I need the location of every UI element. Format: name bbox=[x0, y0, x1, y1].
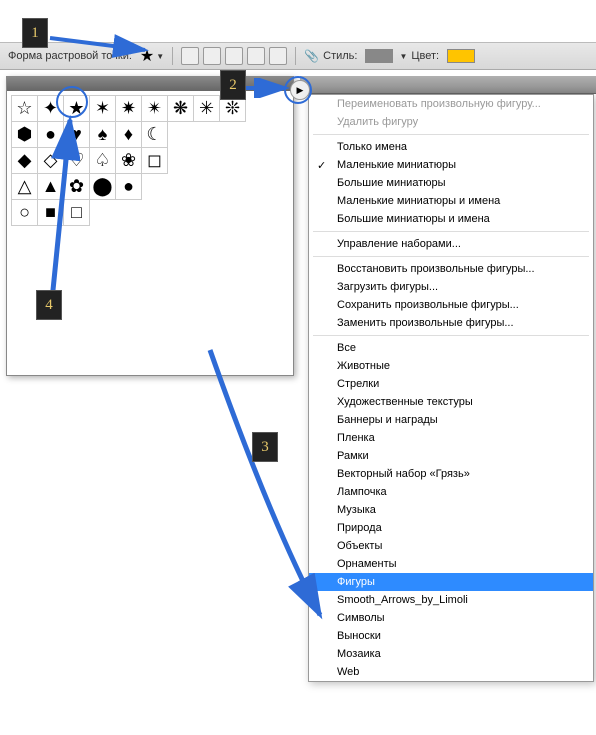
shape-picker-popup: ☆✦★✶✷✴❋✳❊⬢●♥♠♦☾◆◇♡♤❀◻△▲✿⬤●○■□ bbox=[6, 76, 294, 376]
annotation-circle-star bbox=[56, 86, 88, 118]
menu-item[interactable]: Большие миниатюры и имена bbox=[309, 210, 593, 228]
menu-item[interactable]: Лампочка bbox=[309, 483, 593, 501]
path-mode-button-3[interactable] bbox=[225, 47, 243, 65]
shape-thumbnail[interactable]: ♤ bbox=[90, 148, 116, 174]
menu-item[interactable]: Баннеры и награды bbox=[309, 411, 593, 429]
style-label: Стиль: bbox=[323, 50, 357, 62]
menu-item[interactable]: Музыка bbox=[309, 501, 593, 519]
shape-thumbnail[interactable]: ● bbox=[116, 174, 142, 200]
shape-thumbnail[interactable]: ☾ bbox=[142, 122, 168, 148]
style-swatch[interactable] bbox=[365, 49, 393, 63]
menu-item[interactable]: Восстановить произвольные фигуры... bbox=[309, 260, 593, 278]
annotation-badge-1: 1 bbox=[22, 18, 48, 48]
menu-item[interactable]: Рамки bbox=[309, 447, 593, 465]
path-mode-button-5[interactable] bbox=[269, 47, 287, 65]
shape-thumbnail[interactable]: ♦ bbox=[116, 122, 142, 148]
shape-thumbnail[interactable]: □ bbox=[64, 200, 90, 226]
menu-item[interactable]: Все bbox=[309, 339, 593, 357]
separator bbox=[172, 47, 173, 65]
separator bbox=[295, 47, 296, 65]
menu-item[interactable]: Стрелки bbox=[309, 375, 593, 393]
shape-thumbnail[interactable]: ❀ bbox=[116, 148, 142, 174]
menu-separator bbox=[313, 231, 589, 232]
menu-separator bbox=[313, 256, 589, 257]
shape-thumbnail[interactable]: ⬤ bbox=[90, 174, 116, 200]
shape-thumbnail[interactable]: ♠ bbox=[90, 122, 116, 148]
menu-item[interactable]: Векторный набор «Грязь» bbox=[309, 465, 593, 483]
shape-picker-flyout-menu: Переименовать произвольную фигуру...Удал… bbox=[308, 94, 594, 682]
shape-thumbnail[interactable]: ♡ bbox=[64, 148, 90, 174]
shape-thumbnail[interactable]: ❋ bbox=[168, 96, 194, 122]
menu-item: Переименовать произвольную фигуру... bbox=[309, 95, 593, 113]
menu-item[interactable]: Заменить произвольные фигуры... bbox=[309, 314, 593, 332]
shape-thumbnail[interactable]: ● bbox=[38, 122, 64, 148]
shape-thumbnail[interactable]: ☆ bbox=[12, 96, 38, 122]
chevron-down-icon: ▼ bbox=[156, 52, 164, 61]
shape-thumbnail[interactable]: ✶ bbox=[90, 96, 116, 122]
popup-titlebar bbox=[7, 77, 293, 91]
menu-item[interactable]: Web bbox=[309, 663, 593, 681]
shape-thumbnail[interactable]: ◻ bbox=[142, 148, 168, 174]
shape-thumbnail[interactable]: ♥ bbox=[64, 122, 90, 148]
menu-item[interactable]: Объекты bbox=[309, 537, 593, 555]
menu-separator bbox=[313, 134, 589, 135]
menu-separator bbox=[313, 335, 589, 336]
menu-item[interactable]: Загрузить фигуры... bbox=[309, 278, 593, 296]
color-swatch[interactable] bbox=[447, 49, 475, 63]
menu-item[interactable]: Мозаика bbox=[309, 645, 593, 663]
menu-item[interactable]: Пленка bbox=[309, 429, 593, 447]
shapes-grid: ☆✦★✶✷✴❋✳❊⬢●♥♠♦☾◆◇♡♤❀◻△▲✿⬤●○■□ bbox=[7, 91, 293, 230]
shape-thumbnail[interactable]: ○ bbox=[12, 200, 38, 226]
menu-item[interactable]: Выноски bbox=[309, 627, 593, 645]
shape-thumbnail[interactable]: ◇ bbox=[38, 148, 64, 174]
shape-thumbnail[interactable]: ■ bbox=[38, 200, 64, 226]
menu-item: Удалить фигуру bbox=[309, 113, 593, 131]
menu-item[interactable]: Сохранить произвольные фигуры... bbox=[309, 296, 593, 314]
star-icon: ★ bbox=[140, 46, 154, 66]
menu-item[interactable]: Большие миниатюры bbox=[309, 174, 593, 192]
annotation-circle-flyout bbox=[284, 76, 312, 104]
shape-thumbnail[interactable]: ✷ bbox=[116, 96, 142, 122]
shape-picker-label: Форма растровой точки: bbox=[8, 50, 132, 62]
menu-item[interactable]: Природа bbox=[309, 519, 593, 537]
menu-item[interactable]: Фигуры bbox=[309, 573, 593, 591]
chevron-down-icon: ▼ bbox=[399, 52, 407, 61]
annotation-badge-2: 2 bbox=[220, 70, 246, 100]
path-mode-button-1[interactable] bbox=[181, 47, 199, 65]
menu-item[interactable]: Символы bbox=[309, 609, 593, 627]
menu-item[interactable]: Художественные текстуры bbox=[309, 393, 593, 411]
annotation-badge-3: 3 bbox=[252, 432, 278, 462]
shape-thumbnail[interactable]: △ bbox=[12, 174, 38, 200]
shape-thumbnail[interactable]: ✳ bbox=[194, 96, 220, 122]
menu-item[interactable]: Орнаменты bbox=[309, 555, 593, 573]
menu-item[interactable]: Управление наборами... bbox=[309, 235, 593, 253]
menu-item[interactable]: Только имена bbox=[309, 138, 593, 156]
path-mode-button-4[interactable] bbox=[247, 47, 265, 65]
path-mode-button-2[interactable] bbox=[203, 47, 221, 65]
shape-thumbnail[interactable]: ◆ bbox=[12, 148, 38, 174]
menu-item[interactable]: Животные bbox=[309, 357, 593, 375]
paperclip-icon[interactable]: 📎 bbox=[304, 49, 319, 63]
shape-thumbnail[interactable]: ⬢ bbox=[12, 122, 38, 148]
menu-item[interactable]: Маленькие миниатюры и имена bbox=[309, 192, 593, 210]
shape-thumbnail[interactable]: ✿ bbox=[64, 174, 90, 200]
color-label: Цвет: bbox=[411, 50, 439, 62]
shape-thumbnail[interactable]: ▲ bbox=[38, 174, 64, 200]
annotation-badge-4: 4 bbox=[36, 290, 62, 320]
shape-thumbnail[interactable]: ✴ bbox=[142, 96, 168, 122]
horizontal-ruler bbox=[300, 76, 596, 94]
shape-picker-dropdown[interactable]: ★ ▼ bbox=[140, 46, 164, 66]
menu-item[interactable]: Smooth_Arrows_by_Limoli bbox=[309, 591, 593, 609]
options-toolbar: Форма растровой точки: ★ ▼ 📎 Стиль: ▼ Цв… bbox=[0, 42, 596, 70]
menu-item[interactable]: Маленькие миниатюры bbox=[309, 156, 593, 174]
